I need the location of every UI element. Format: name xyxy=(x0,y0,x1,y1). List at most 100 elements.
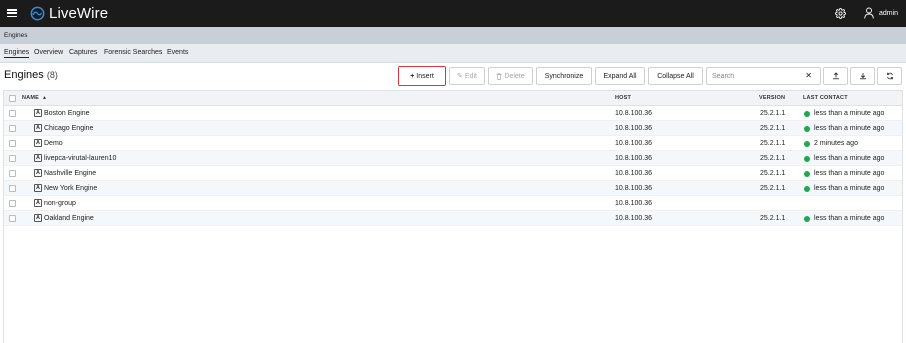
engine-host: 10.8.100.36 xyxy=(615,215,652,222)
column-header-name[interactable]: NAME ▲ xyxy=(22,95,47,101)
download-button[interactable] xyxy=(850,67,875,85)
status-dot-icon xyxy=(804,185,810,192)
engine-icon: A xyxy=(34,139,42,147)
engine-host: 10.8.100.36 xyxy=(615,140,652,147)
row-checkbox[interactable] xyxy=(9,200,16,207)
engine-version: 25.2.1.1 xyxy=(760,215,786,222)
table-row[interactable]: Anon-group 10.8.100.36 xyxy=(4,196,902,211)
engine-host: 10.8.100.36 xyxy=(615,110,652,117)
trash-icon xyxy=(496,72,502,80)
engine-version: 25.2.1.1 xyxy=(760,155,786,162)
status-dot-icon xyxy=(804,215,810,222)
column-header-host[interactable]: HOST xyxy=(615,95,631,101)
engine-name[interactable]: Nashville Engine xyxy=(44,170,96,177)
tab-bar: Engines Overview Captures Forensic Searc… xyxy=(0,44,906,63)
table-header: NAME ▲ HOST VERSION LAST CONTACT xyxy=(4,91,902,106)
engine-last-contact: less than a minute ago xyxy=(814,215,885,222)
engine-host: 10.8.100.36 xyxy=(615,185,652,192)
engine-icon: A xyxy=(34,214,42,222)
tab-overview[interactable]: Overview xyxy=(34,49,63,56)
row-checkbox[interactable] xyxy=(9,125,16,132)
status-dot-icon xyxy=(804,170,810,177)
engine-name[interactable]: non-group xyxy=(44,200,76,207)
breadcrumb: Engines xyxy=(4,32,28,39)
collapse-all-button[interactable]: Collapse All xyxy=(648,67,703,85)
engine-version: 25.2.1.1 xyxy=(760,140,786,147)
table-row[interactable]: A Boston Engine 10.8.100.36 25.2.1.1 less th… xyxy=(4,106,902,121)
table-row[interactable]: Alivepca-virutal-lauren10 10.8.100.36 25.2… xyxy=(4,151,902,166)
upload-button[interactable] xyxy=(823,67,848,85)
engine-name[interactable]: Demo xyxy=(44,140,63,147)
user-icon xyxy=(864,7,874,19)
row-checkbox[interactable] xyxy=(9,140,16,147)
page-title: Engines (8) xyxy=(4,69,58,81)
engine-version: 25.2.1.1 xyxy=(760,125,786,132)
livewire-logo-icon xyxy=(30,6,45,21)
tab-captures[interactable]: Captures xyxy=(69,49,97,56)
table-row[interactable]: A Demo 10.8.100.36 25.2.1.1 2 minutes ago xyxy=(4,136,902,151)
row-checkbox[interactable] xyxy=(9,155,16,162)
username: admin xyxy=(879,9,899,17)
engine-icon: A xyxy=(34,124,42,132)
expand-all-button[interactable]: Expand All xyxy=(595,67,645,85)
engine-version: 25.2.1.1 xyxy=(760,185,786,192)
status-dot-icon xyxy=(804,110,810,117)
table-row[interactable]: A New York Engine 10.8.100.36 25.2.1.1 less … xyxy=(4,181,902,196)
search-input[interactable] xyxy=(707,68,802,84)
engine-count: (8) xyxy=(46,70,58,80)
delete-button[interactable]: Delete xyxy=(488,67,533,85)
synchronize-button[interactable]: Synchronize xyxy=(536,67,592,85)
column-header-version[interactable]: VERSION xyxy=(759,95,785,101)
tab-engines[interactable]: Engines xyxy=(4,49,30,58)
select-all-checkbox[interactable] xyxy=(9,95,16,102)
engine-last-contact: less than a minute ago xyxy=(814,110,885,117)
edit-label: Edit xyxy=(464,72,477,80)
engine-host: 10.8.100.36 xyxy=(615,200,652,207)
row-checkbox[interactable] xyxy=(9,170,16,177)
engine-host: 10.8.100.36 xyxy=(615,170,652,177)
engine-name[interactable]: livepca-virutal-lauren10 xyxy=(44,155,116,162)
clear-search-icon[interactable]: ✕ xyxy=(805,71,812,80)
table-row[interactable]: A Nashville Engine 10.8.100.36 25.2.1.1 less… xyxy=(4,166,902,181)
engine-icon: A xyxy=(34,169,42,177)
engine-last-contact: less than a minute ago xyxy=(814,170,885,177)
app-logo[interactable]: LiveWire xyxy=(30,5,108,22)
engine-version: 25.2.1.1 xyxy=(760,110,786,117)
engine-last-contact: 2 minutes ago xyxy=(814,140,858,147)
engine-icon: A xyxy=(34,109,42,117)
row-checkbox[interactable] xyxy=(9,110,16,117)
gear-icon[interactable] xyxy=(835,8,846,19)
tab-forensic-searches[interactable]: Forensic Searches xyxy=(104,49,162,56)
edit-button[interactable]: ✎ Edit xyxy=(449,67,485,85)
hamburger-icon[interactable] xyxy=(7,9,17,18)
plus-icon: + xyxy=(410,72,415,80)
sort-ascending-icon: ▲ xyxy=(42,95,48,101)
engine-icon: A xyxy=(34,184,42,192)
insert-button[interactable]: + Insert xyxy=(398,66,446,86)
engine-last-contact: less than a minute ago xyxy=(814,185,885,192)
breadcrumb-bar: Engines xyxy=(0,27,906,44)
column-header-last-contact[interactable]: LAST CONTACT xyxy=(803,95,848,101)
pencil-icon: ✎ xyxy=(457,73,463,80)
engine-version: 25.2.1.1 xyxy=(760,170,786,177)
table-row[interactable]: A Chicago Engine 10.8.100.36 25.2.1.1 less t… xyxy=(4,121,902,136)
engine-name[interactable]: Oakland Engine xyxy=(44,215,94,222)
engine-host: 10.8.100.36 xyxy=(615,125,652,132)
user-menu[interactable]: admin xyxy=(864,7,898,19)
engines-table: NAME ▲ HOST VERSION LAST CONTACT A Boston … xyxy=(3,90,903,343)
download-icon xyxy=(859,73,866,80)
search-box: ✕ xyxy=(706,67,821,85)
engine-name[interactable]: Boston Engine xyxy=(44,110,90,117)
engine-name[interactable]: New York Engine xyxy=(44,185,97,192)
delete-label: Delete xyxy=(504,72,525,80)
tab-events[interactable]: Events xyxy=(167,49,188,56)
refresh-button[interactable] xyxy=(877,67,902,85)
row-checkbox[interactable] xyxy=(9,185,16,192)
engine-name[interactable]: Chicago Engine xyxy=(44,125,93,132)
status-dot-icon xyxy=(804,155,810,162)
row-checkbox[interactable] xyxy=(9,215,16,222)
engine-icon: A xyxy=(34,154,42,162)
engine-icon: A xyxy=(34,199,42,207)
table-row[interactable]: A Oakland Engine 10.8.100.36 25.2.1.1 less t… xyxy=(4,211,902,226)
refresh-icon xyxy=(886,72,893,80)
